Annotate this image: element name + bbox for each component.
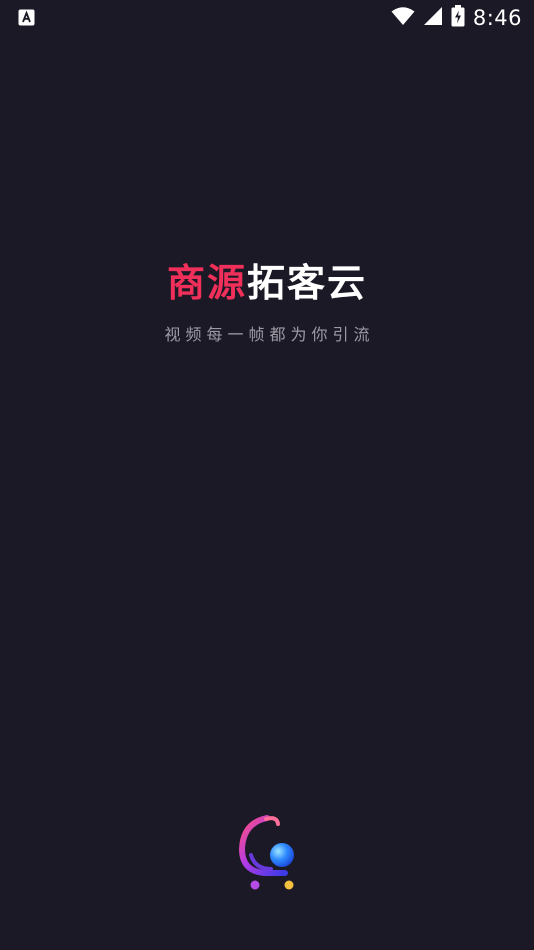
wifi-icon xyxy=(391,6,415,30)
status-bar: 8:46 xyxy=(0,0,534,36)
brand-title-main: 拓客云 xyxy=(247,261,368,305)
brand-title-accent: 商源 xyxy=(166,261,247,305)
status-icons: 8:46 xyxy=(391,4,522,32)
app-notification-icon xyxy=(18,9,35,26)
splash-screen: 8:46 商源拓客云 视频每一帧都为你引流 xyxy=(0,0,534,950)
battery-charging-icon xyxy=(451,5,465,31)
brand-title: 商源拓客云 xyxy=(0,256,534,310)
status-time: 8:46 xyxy=(472,6,522,30)
slogan: 视频每一帧都为你引流 xyxy=(164,325,375,344)
cell-signal-icon xyxy=(423,6,443,30)
app-logo-icon xyxy=(237,815,299,893)
